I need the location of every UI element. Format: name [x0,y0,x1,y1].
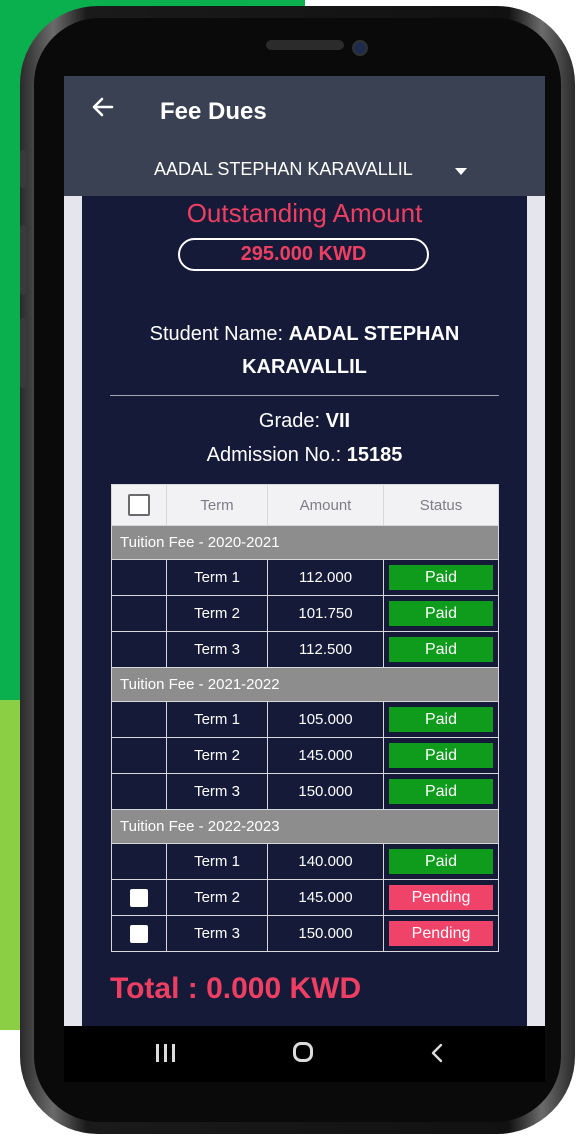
checkbox-cell [111,701,167,738]
checkbox-cell [111,595,167,632]
amount-cell: 105.000 [267,701,384,738]
status-cell: Paid [383,737,499,774]
group-row: Tuition Fee - 2020-2021 [111,525,499,560]
checkbox-cell [111,843,167,880]
student-name-label: Student Name: [149,323,284,345]
table-row: Term 1 105.000 Paid [111,701,499,738]
admission-value: 15185 [346,444,403,466]
admission-label: Admission No.: [206,444,342,466]
status-cell: Paid [383,843,499,880]
system-navigation-bar [64,1026,545,1082]
table-row: Term 3 150.000 Pending [111,915,499,952]
row-checkbox[interactable] [130,924,148,943]
amount-cell: 101.750 [267,595,384,632]
group-title: Tuition Fee - 2022-2023 [111,809,499,844]
home-icon[interactable] [293,1042,313,1062]
outstanding-label: Outstanding Amount [186,198,423,228]
term-cell: Term 1 [166,843,268,880]
table-row: Term 3 112.500 Paid [111,631,499,668]
select-all-checkbox[interactable] [128,494,150,516]
term-cell: Term 1 [166,701,268,738]
table-row: Term 2 145.000 Pending [111,879,499,916]
row-checkbox[interactable] [130,888,148,907]
amount-cell: 145.000 [267,879,384,916]
group-row: Tuition Fee - 2021-2022 [111,667,499,702]
term-cell: Term 3 [166,773,268,810]
app-bar: Fee Dues AADAL STEPHAN KARAVALLIL [64,76,545,196]
grade-info: Grade: VII [82,410,527,433]
status-badge: Pending [389,885,493,910]
grade-value: VII [325,410,351,432]
status-badge: Paid [389,849,493,874]
arrow-left-icon[interactable] [90,94,116,120]
fee-table: Term Amount Status Tuition Fee - 2020-20… [111,484,499,952]
checkbox-cell [111,631,167,668]
status-badge: Pending [389,921,493,946]
total-amount: Total : 0.000 KWD [110,972,362,1005]
divider [110,395,499,396]
content-edge-right [527,196,545,1026]
term-cell: Term 3 [166,631,268,668]
status-badge: Paid [389,743,493,768]
status-badge: Paid [389,601,493,626]
speaker-grille [266,40,344,50]
amount-cell: 150.000 [267,773,384,810]
page-title: Fee Dues [160,98,267,125]
column-header-term: Term [166,484,268,526]
recent-apps-icon[interactable] [156,1044,180,1067]
column-header-amount: Amount [267,484,384,526]
amount-cell: 150.000 [267,915,384,952]
term-cell: Term 3 [166,915,268,952]
admission-info: Admission No.: 15185 [82,444,527,467]
group-row: Tuition Fee - 2022-2023 [111,809,499,844]
amount-cell: 112.000 [267,559,384,596]
status-cell: Paid [383,701,499,738]
grade-label: Grade: [258,410,321,432]
status-cell: Pending [383,915,499,952]
phone-volume-up-button [20,225,26,295]
fee-content: Outstanding Amount 295.000 KWD Student N… [82,196,527,1026]
status-cell: Paid [383,595,499,632]
phone-side-button [20,150,26,188]
status-cell: Pending [383,879,499,916]
phone-screen: Fee Dues AADAL STEPHAN KARAVALLIL Outsta… [64,76,545,1082]
select-all-cell [111,484,167,526]
term-cell: Term 2 [166,737,268,774]
column-header-status: Status [383,484,499,526]
table-row: Term 2 101.750 Paid [111,595,499,632]
status-badge: Paid [389,637,493,662]
table-row: Term 1 112.000 Paid [111,559,499,596]
student-name-info: Student Name: AADAL STEPHAN KARAVALLIL [122,318,487,384]
status-badge: Paid [389,565,493,590]
checkbox-cell [111,879,167,916]
content-edge-left [64,196,82,1026]
status-badge: Paid [389,779,493,804]
status-badge: Paid [389,707,493,732]
table-row: Term 3 150.000 Paid [111,773,499,810]
checkbox-cell [111,773,167,810]
group-title: Tuition Fee - 2021-2022 [111,667,499,702]
status-cell: Paid [383,559,499,596]
term-cell: Term 2 [166,595,268,632]
student-selector[interactable]: AADAL STEPHAN KARAVALLIL [154,159,413,180]
checkbox-cell [111,559,167,596]
table-row: Term 2 145.000 Paid [111,737,499,774]
amount-cell: 140.000 [267,843,384,880]
checkbox-cell [111,915,167,952]
amount-cell: 145.000 [267,737,384,774]
status-cell: Paid [383,631,499,668]
status-cell: Paid [383,773,499,810]
phone-volume-down-button [20,318,26,388]
caret-down-icon[interactable] [455,168,467,175]
term-cell: Term 1 [166,559,268,596]
table-header-row: Term Amount Status [111,484,499,526]
table-row: Term 1 140.000 Paid [111,843,499,880]
term-cell: Term 2 [166,879,268,916]
front-camera [352,40,368,56]
group-title: Tuition Fee - 2020-2021 [111,525,499,560]
chevron-left-icon[interactable] [430,1042,444,1064]
checkbox-cell [111,737,167,774]
outstanding-amount: 295.000 KWD [178,238,429,271]
amount-cell: 112.500 [267,631,384,668]
